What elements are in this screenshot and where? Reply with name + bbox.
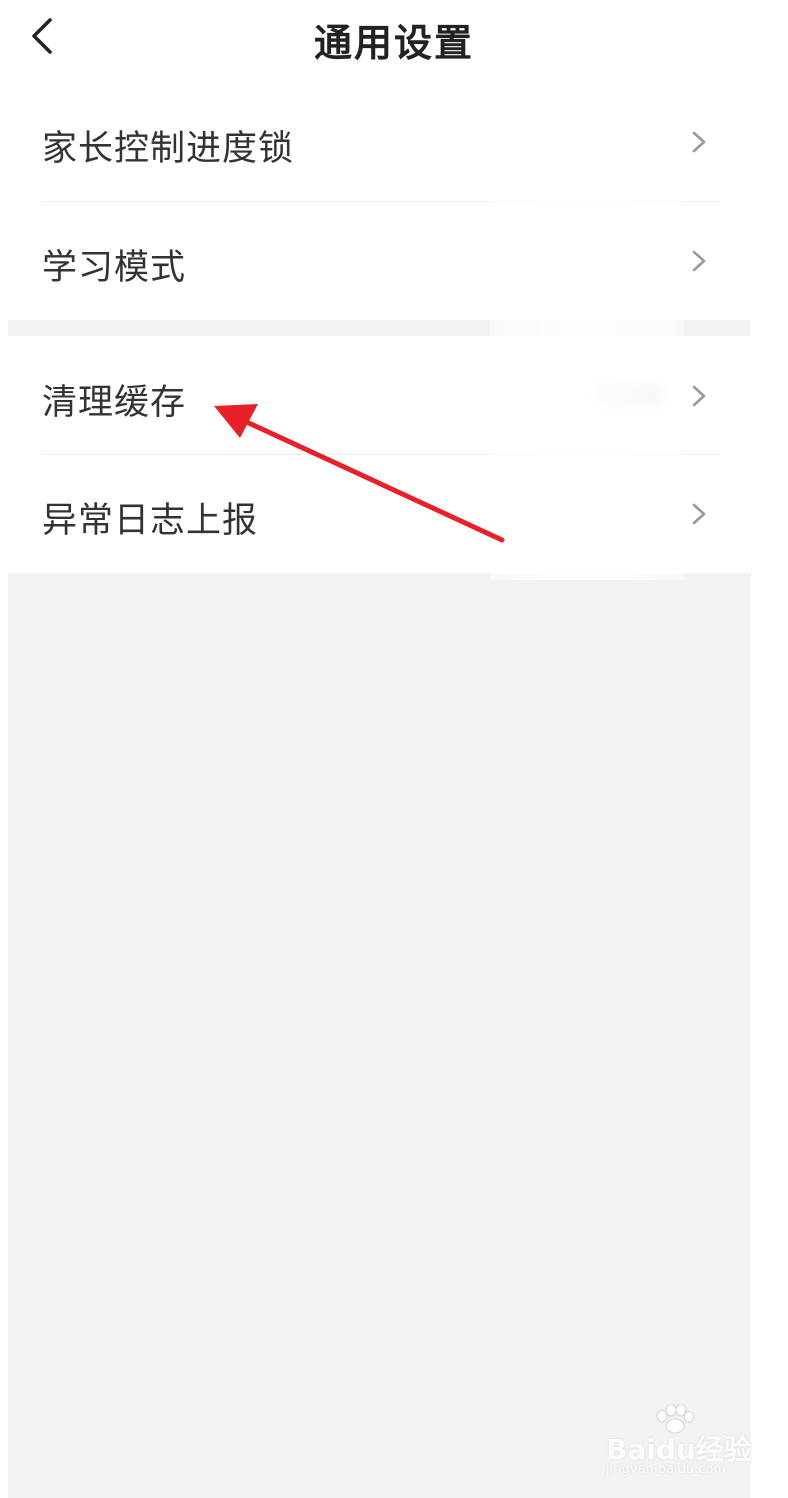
settings-item-study-mode[interactable]: 学习模式 xyxy=(8,201,751,320)
settings-item-parental-lock[interactable]: 家长控制进度锁 xyxy=(8,82,751,201)
settings-item-label: 学习模式 xyxy=(42,248,187,288)
settings-item-error-log-report[interactable]: 异常日志上报 xyxy=(8,454,751,573)
settings-item-label: 异常日志上报 xyxy=(42,501,259,541)
settings-group-maintenance: 清理缓存 异常日志上报 xyxy=(8,336,751,573)
chevron-right-icon xyxy=(692,385,706,407)
settings-item-clear-cache[interactable]: 清理缓存 xyxy=(8,336,751,455)
page-title: 通用设置 xyxy=(313,21,474,65)
chevron-right-icon xyxy=(692,503,706,525)
settings-item-label: 清理缓存 xyxy=(42,383,187,423)
chevron-right-icon xyxy=(692,131,706,153)
chevron-right-icon xyxy=(692,250,706,272)
top-bar: 通用设置 xyxy=(0,0,788,80)
watermark: Baidu经验 jingyan.baidu.com xyxy=(602,1404,752,1480)
cache-size-value-blurred xyxy=(593,382,663,408)
settings-content: 家长控制进度锁 学习模式 清理缓存 异常日志上报 xyxy=(8,80,751,1498)
settings-group-general: 家长控制进度锁 学习模式 xyxy=(8,80,751,320)
settings-item-label: 家长控制进度锁 xyxy=(42,129,295,169)
watermark-url: jingyan.baidu.com xyxy=(606,1462,726,1477)
